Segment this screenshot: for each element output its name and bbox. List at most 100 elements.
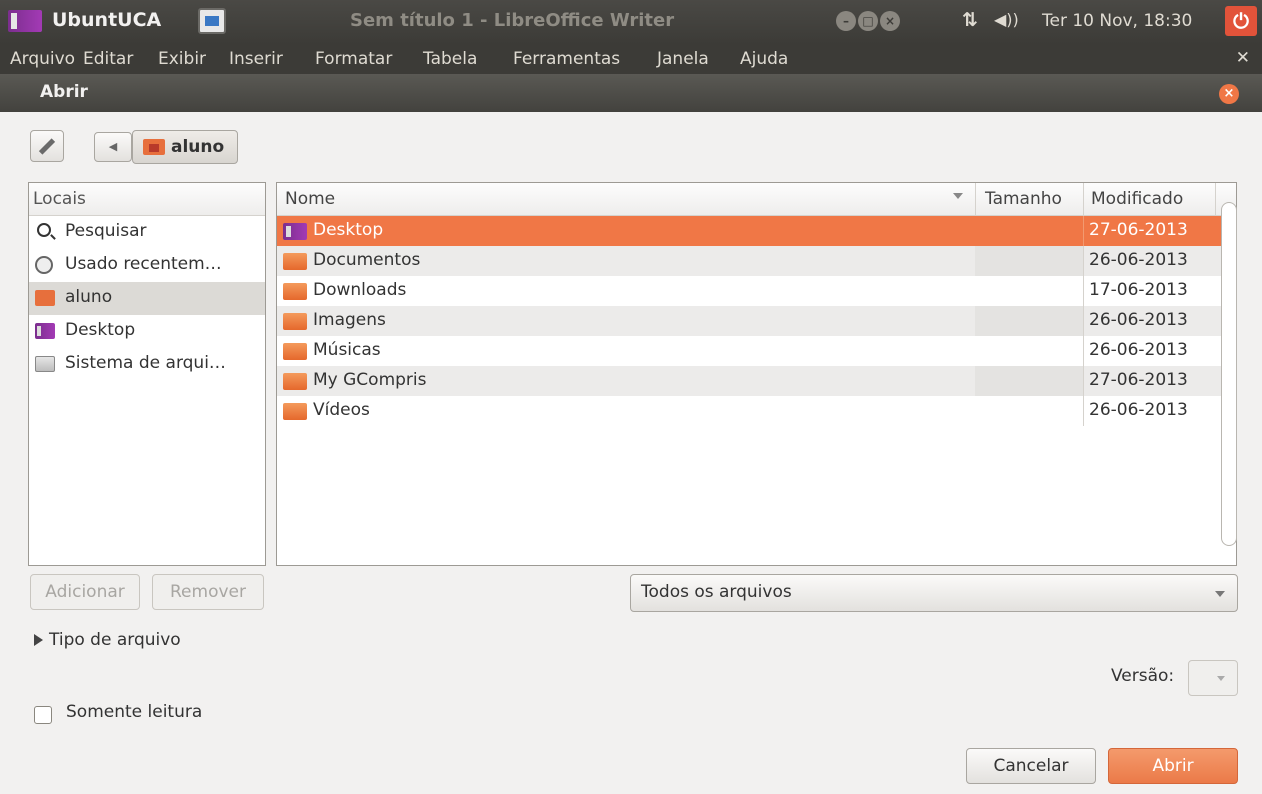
window-title: Sem título 1 - LibreOffice Writer: [350, 10, 675, 31]
maximize-icon[interactable]: □: [858, 11, 878, 31]
open-button[interactable]: Abrir: [1108, 748, 1238, 784]
file-name: My GCompris: [313, 370, 427, 390]
home-folder-icon: [35, 290, 55, 306]
file-name: Imagens: [313, 310, 386, 330]
place-label: Usado recentem…: [65, 254, 222, 274]
place-item-filesystem[interactable]: Sistema de arqui…: [29, 348, 265, 381]
menu-ferramentas[interactable]: Ferramentas: [513, 49, 620, 69]
file-list: Nome Tamanho Modificado Desktop 27-06-20…: [276, 182, 1237, 566]
column-header-size[interactable]: Tamanho: [985, 189, 1062, 209]
column-header-name[interactable]: Nome: [285, 189, 335, 209]
file-name: Vídeos: [313, 400, 370, 420]
search-icon: [37, 223, 51, 237]
menu-inserir[interactable]: Inserir: [229, 49, 283, 69]
file-name: Documentos: [313, 250, 421, 270]
file-list-scrollbar[interactable]: [1221, 184, 1237, 564]
readonly-label[interactable]: Somente leitura: [66, 702, 202, 722]
place-item-aluno[interactable]: aluno: [29, 282, 265, 315]
file-type-label: Tipo de arquivo: [49, 630, 181, 650]
desktop-icon: [35, 323, 55, 339]
path-button-aluno[interactable]: aluno: [132, 130, 238, 164]
chevron-down-icon: [1215, 591, 1225, 597]
menu-arquivo[interactable]: Arquivo: [10, 49, 75, 69]
readonly-checkbox[interactable]: [34, 706, 52, 724]
file-modified: 17-06-2013: [1089, 280, 1188, 300]
path-button-label: aluno: [171, 137, 225, 157]
file-list-header: Nome Tamanho Modificado: [277, 183, 1236, 216]
file-row[interactable]: Músicas 26-06-2013: [277, 336, 1236, 366]
file-type-expander[interactable]: Tipo de arquivo: [34, 630, 181, 650]
place-label: Sistema de arqui…: [65, 353, 226, 373]
volume-icon[interactable]: ◀)): [994, 10, 1019, 29]
dialog-titlebar: Abrir ×: [0, 74, 1262, 112]
folder-icon: [283, 343, 307, 360]
menu-editar[interactable]: Editar: [83, 49, 133, 69]
path-back-button[interactable]: ◀: [94, 132, 132, 162]
folder-icon: [283, 403, 307, 420]
menu-formatar[interactable]: Formatar: [315, 49, 392, 69]
remove-bookmark-button[interactable]: Remover: [152, 574, 264, 610]
sort-arrow-icon: [953, 193, 963, 199]
recent-icon: [35, 256, 53, 274]
file-modified: 27-06-2013: [1089, 220, 1188, 240]
version-label: Versão:: [1111, 666, 1175, 686]
places-header[interactable]: Locais: [29, 183, 265, 216]
file-name: Desktop: [313, 220, 384, 240]
folder-icon: [283, 313, 307, 330]
file-row[interactable]: Vídeos 26-06-2013: [277, 396, 1236, 426]
file-name: Downloads: [313, 280, 407, 300]
menu-ajuda[interactable]: Ajuda: [740, 49, 788, 69]
close-document-icon[interactable]: ✕: [1236, 48, 1250, 68]
add-bookmark-button[interactable]: Adicionar: [30, 574, 140, 610]
places-pane: Locais Pesquisar Usado recentem… aluno D…: [28, 182, 266, 566]
pencil-icon: [38, 138, 56, 155]
version-select[interactable]: [1188, 660, 1238, 696]
file-row[interactable]: Downloads 17-06-2013: [277, 276, 1236, 306]
network-icon[interactable]: ⇅: [962, 9, 978, 31]
minimize-icon[interactable]: –: [836, 11, 856, 31]
top-panel: UbuntUCA Sem título 1 - LibreOffice Writ…: [0, 0, 1262, 44]
menu-tabela[interactable]: Tabela: [423, 49, 477, 69]
home-folder-icon: [143, 139, 165, 155]
file-filter-value: Todos os arquivos: [641, 582, 792, 602]
file-modified: 26-06-2013: [1089, 400, 1188, 420]
launcher-icon[interactable]: [8, 10, 42, 32]
dialog-title: Abrir: [40, 82, 88, 102]
file-row[interactable]: Documentos 26-06-2013: [277, 246, 1236, 276]
file-row[interactable]: Imagens 26-06-2013: [277, 306, 1236, 336]
desktop-folder-icon: [283, 223, 307, 240]
cancel-button[interactable]: Cancelar: [966, 748, 1096, 784]
power-icon[interactable]: ⏻: [1225, 6, 1257, 36]
open-dialog: ◀ aluno Locais Pesquisar Usado recentem……: [8, 112, 1254, 794]
app-name[interactable]: UbuntUCA: [52, 9, 161, 31]
menubar: Arquivo Editar Exibir Inserir Formatar T…: [0, 44, 1262, 74]
dialog-close-icon[interactable]: ×: [1219, 84, 1239, 104]
type-location-button[interactable]: [30, 130, 64, 162]
place-item-pesquisar[interactable]: Pesquisar: [29, 216, 265, 249]
file-modified: 26-06-2013: [1089, 340, 1188, 360]
column-header-modified[interactable]: Modificado: [1091, 189, 1183, 209]
clock[interactable]: Ter 10 Nov, 18:30: [1042, 11, 1192, 31]
drive-icon: [35, 356, 55, 372]
folder-icon: [283, 283, 307, 300]
window-close-icon[interactable]: ×: [880, 11, 900, 31]
place-label: Desktop: [65, 320, 136, 340]
menu-janela[interactable]: Janela: [657, 49, 709, 69]
chevron-down-icon: [1217, 676, 1225, 681]
menu-exibir[interactable]: Exibir: [158, 49, 206, 69]
file-modified: 26-06-2013: [1089, 310, 1188, 330]
place-item-recent[interactable]: Usado recentem…: [29, 249, 265, 282]
folder-icon: [283, 253, 307, 270]
file-row[interactable]: Desktop 27-06-2013: [277, 216, 1236, 246]
file-modified: 26-06-2013: [1089, 250, 1188, 270]
place-item-desktop[interactable]: Desktop: [29, 315, 265, 348]
writer-document-icon[interactable]: [198, 8, 226, 34]
folder-icon: [283, 373, 307, 390]
file-row[interactable]: My GCompris 27-06-2013: [277, 366, 1236, 396]
file-modified: 27-06-2013: [1089, 370, 1188, 390]
file-filter-select[interactable]: Todos os arquivos: [630, 574, 1238, 612]
place-label: aluno: [65, 287, 113, 307]
expander-arrow-icon: [34, 634, 43, 646]
place-label: Pesquisar: [65, 221, 147, 241]
file-name: Músicas: [313, 340, 381, 360]
